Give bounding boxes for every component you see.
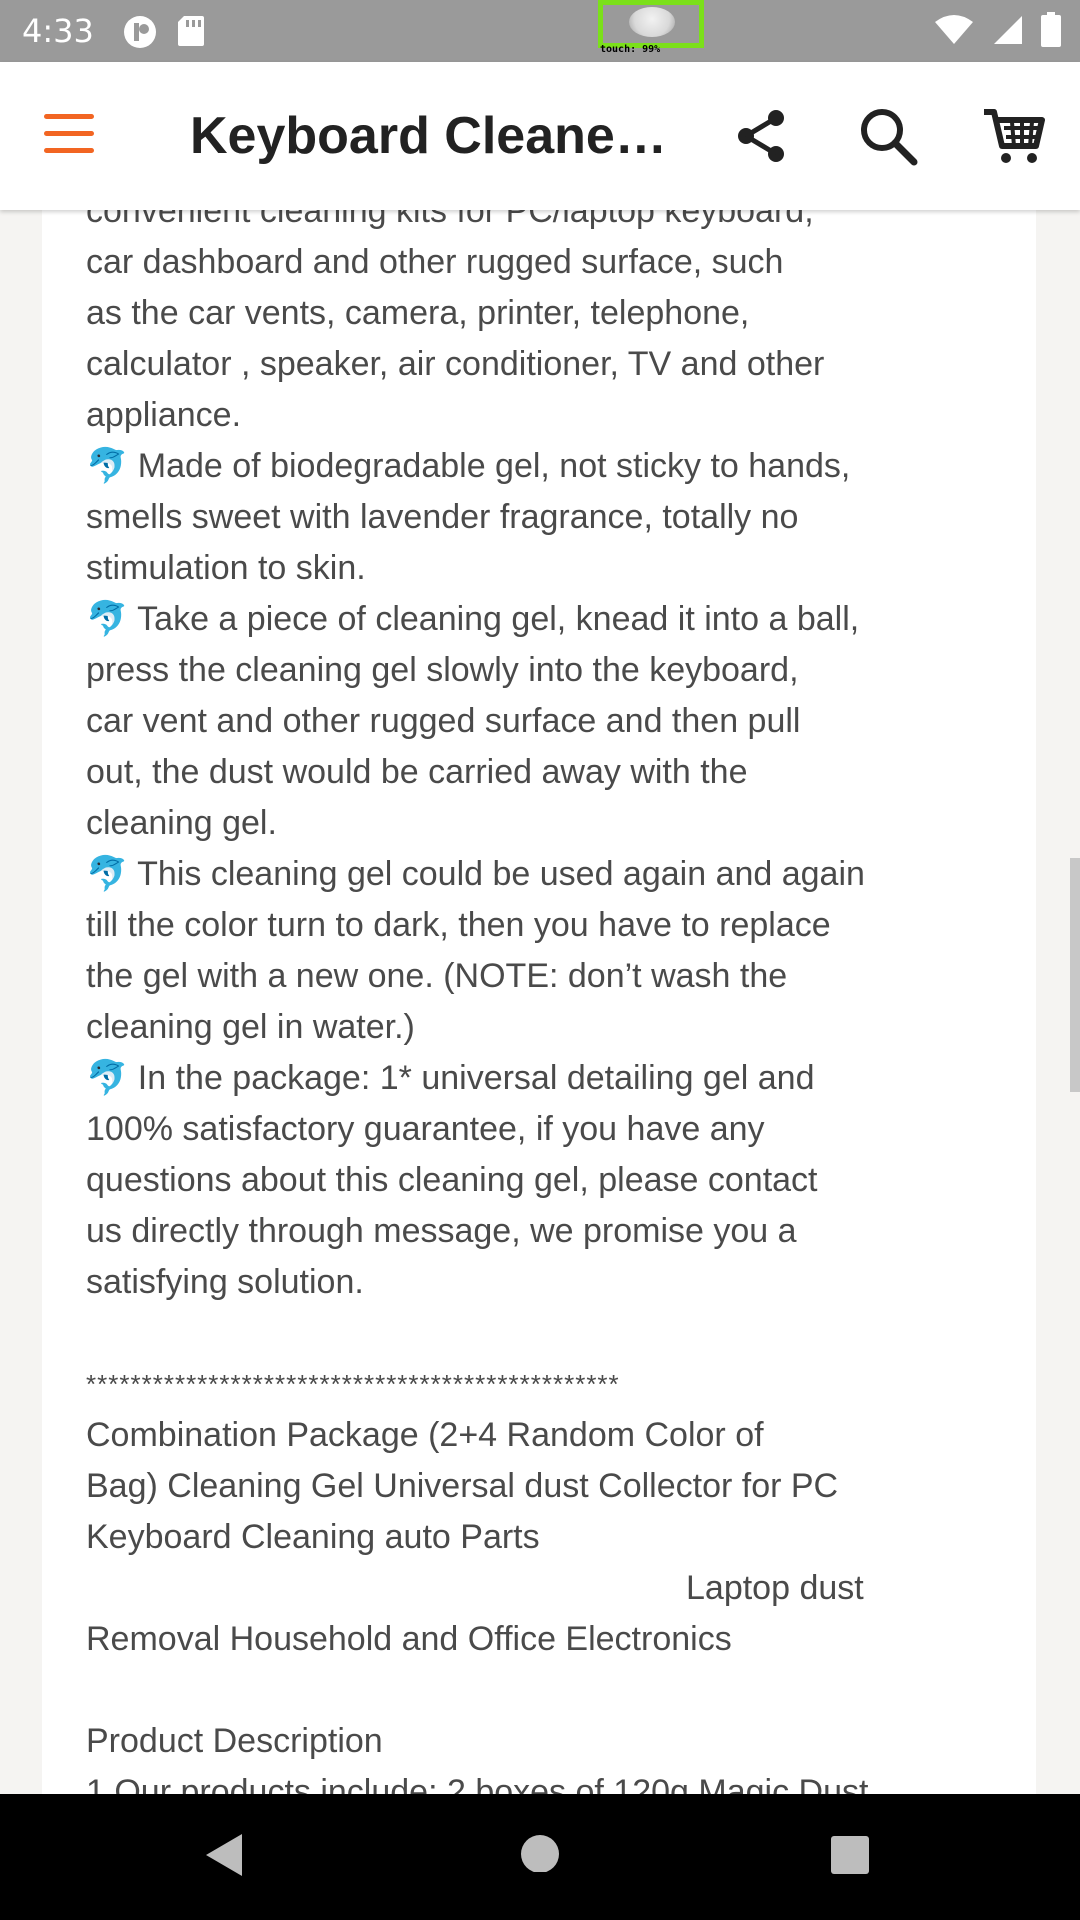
description-line: cleaning gel. [86,804,277,842]
description-line: 🐬 Made of biodegradable gel, not sticky … [86,447,851,485]
description-line: stimulation to skin. [86,549,366,587]
status-left-icons [122,14,206,54]
combo-line: Bag) Cleaning Gel Universal dust Collect… [86,1467,839,1505]
removal-line: Removal Household and Office Electronics [86,1620,732,1658]
description-line: us directly through message, we promise … [86,1212,797,1250]
description-line: as the car vents, camera, printer, telep… [86,294,750,332]
cart-icon [984,109,1045,163]
status-time: 4:33 [22,12,94,50]
home-button[interactable] [520,1832,560,1876]
combo-line: Keyboard Cleaning auto Parts [86,1518,540,1556]
description-line: press the cleaning gel slowly into the k… [86,651,799,689]
wifi-icon [934,14,974,50]
touch-indicator [598,0,704,48]
recents-button[interactable] [830,1832,872,1878]
touch-label: touch: 99% [600,44,661,55]
battery-icon [1040,12,1062,52]
app-bar: Keyboard Cleaner Gel [0,62,1080,210]
share-icon [738,110,784,162]
status-bar: 4:33 touch: 99% [0,0,1080,62]
description-line: till the color turn to dark, then you ha… [86,906,831,944]
description-line: convenient cleaning kits for PC/laptop k… [86,210,814,230]
touch-point [629,7,675,37]
description-line: the gel with a new one. (NOTE: don’t was… [86,957,788,995]
page-title: Keyboard Cleaner Gel [190,107,670,165]
back-button[interactable] [204,1832,246,1882]
search-icon [861,109,918,166]
menu-icon-bar [44,131,94,136]
share-button[interactable] [730,104,794,168]
description-line: calculator , speaker, air conditioner, T… [86,345,825,383]
description-line: questions about this cleaning gel, pleas… [86,1161,818,1199]
home-icon [521,1835,559,1873]
description-line: 100% satisfactory guarantee, if you have… [86,1110,765,1148]
indented-line: Laptop dust [686,1569,864,1607]
product-description-card[interactable]: convenient cleaning kits for PC/laptop k… [42,210,1036,1794]
description-line: car vent and other rugged surface and th… [86,702,801,740]
cart-button[interactable] [982,104,1046,168]
separator-line: ****************************************… [86,1369,620,1399]
product-description-text: convenient cleaning kits for PC/laptop k… [86,210,1006,1794]
cut-off-line: 1.Our products include: 2 boxes of 120g … [86,1773,869,1794]
media-icon [122,14,158,54]
description-line: 🐬 This cleaning gel could be used again … [86,855,865,893]
system-nav-bar [0,1794,1080,1920]
description-line: out, the dust would be carried away with… [86,753,748,791]
description-line: satisfying solution. [86,1263,364,1301]
menu-button[interactable] [44,114,100,158]
recents-icon [831,1836,869,1874]
section-heading: Product Description [86,1722,383,1760]
description-line: 🐬 In the package: 1* universal detailing… [86,1059,815,1097]
combo-line: Combination Package (2+4 Random Color of [86,1416,764,1454]
scrollbar-thumb[interactable] [1070,858,1080,1092]
sd-card-icon [176,14,206,54]
search-button[interactable] [856,104,920,168]
status-right-icons [934,12,1062,52]
description-line: smells sweet with lavender fragrance, to… [86,498,799,536]
description-line: 🐬 Take a piece of cleaning gel, knead it… [86,600,860,638]
menu-icon-bar [44,114,94,119]
cell-signal-icon [990,14,1024,50]
menu-icon-bar [44,148,94,153]
description-line: car dashboard and other rugged surface, … [86,243,784,281]
description-line: cleaning gel in water.) [86,1008,415,1046]
back-icon [206,1834,242,1876]
description-line: appliance. [86,396,242,434]
